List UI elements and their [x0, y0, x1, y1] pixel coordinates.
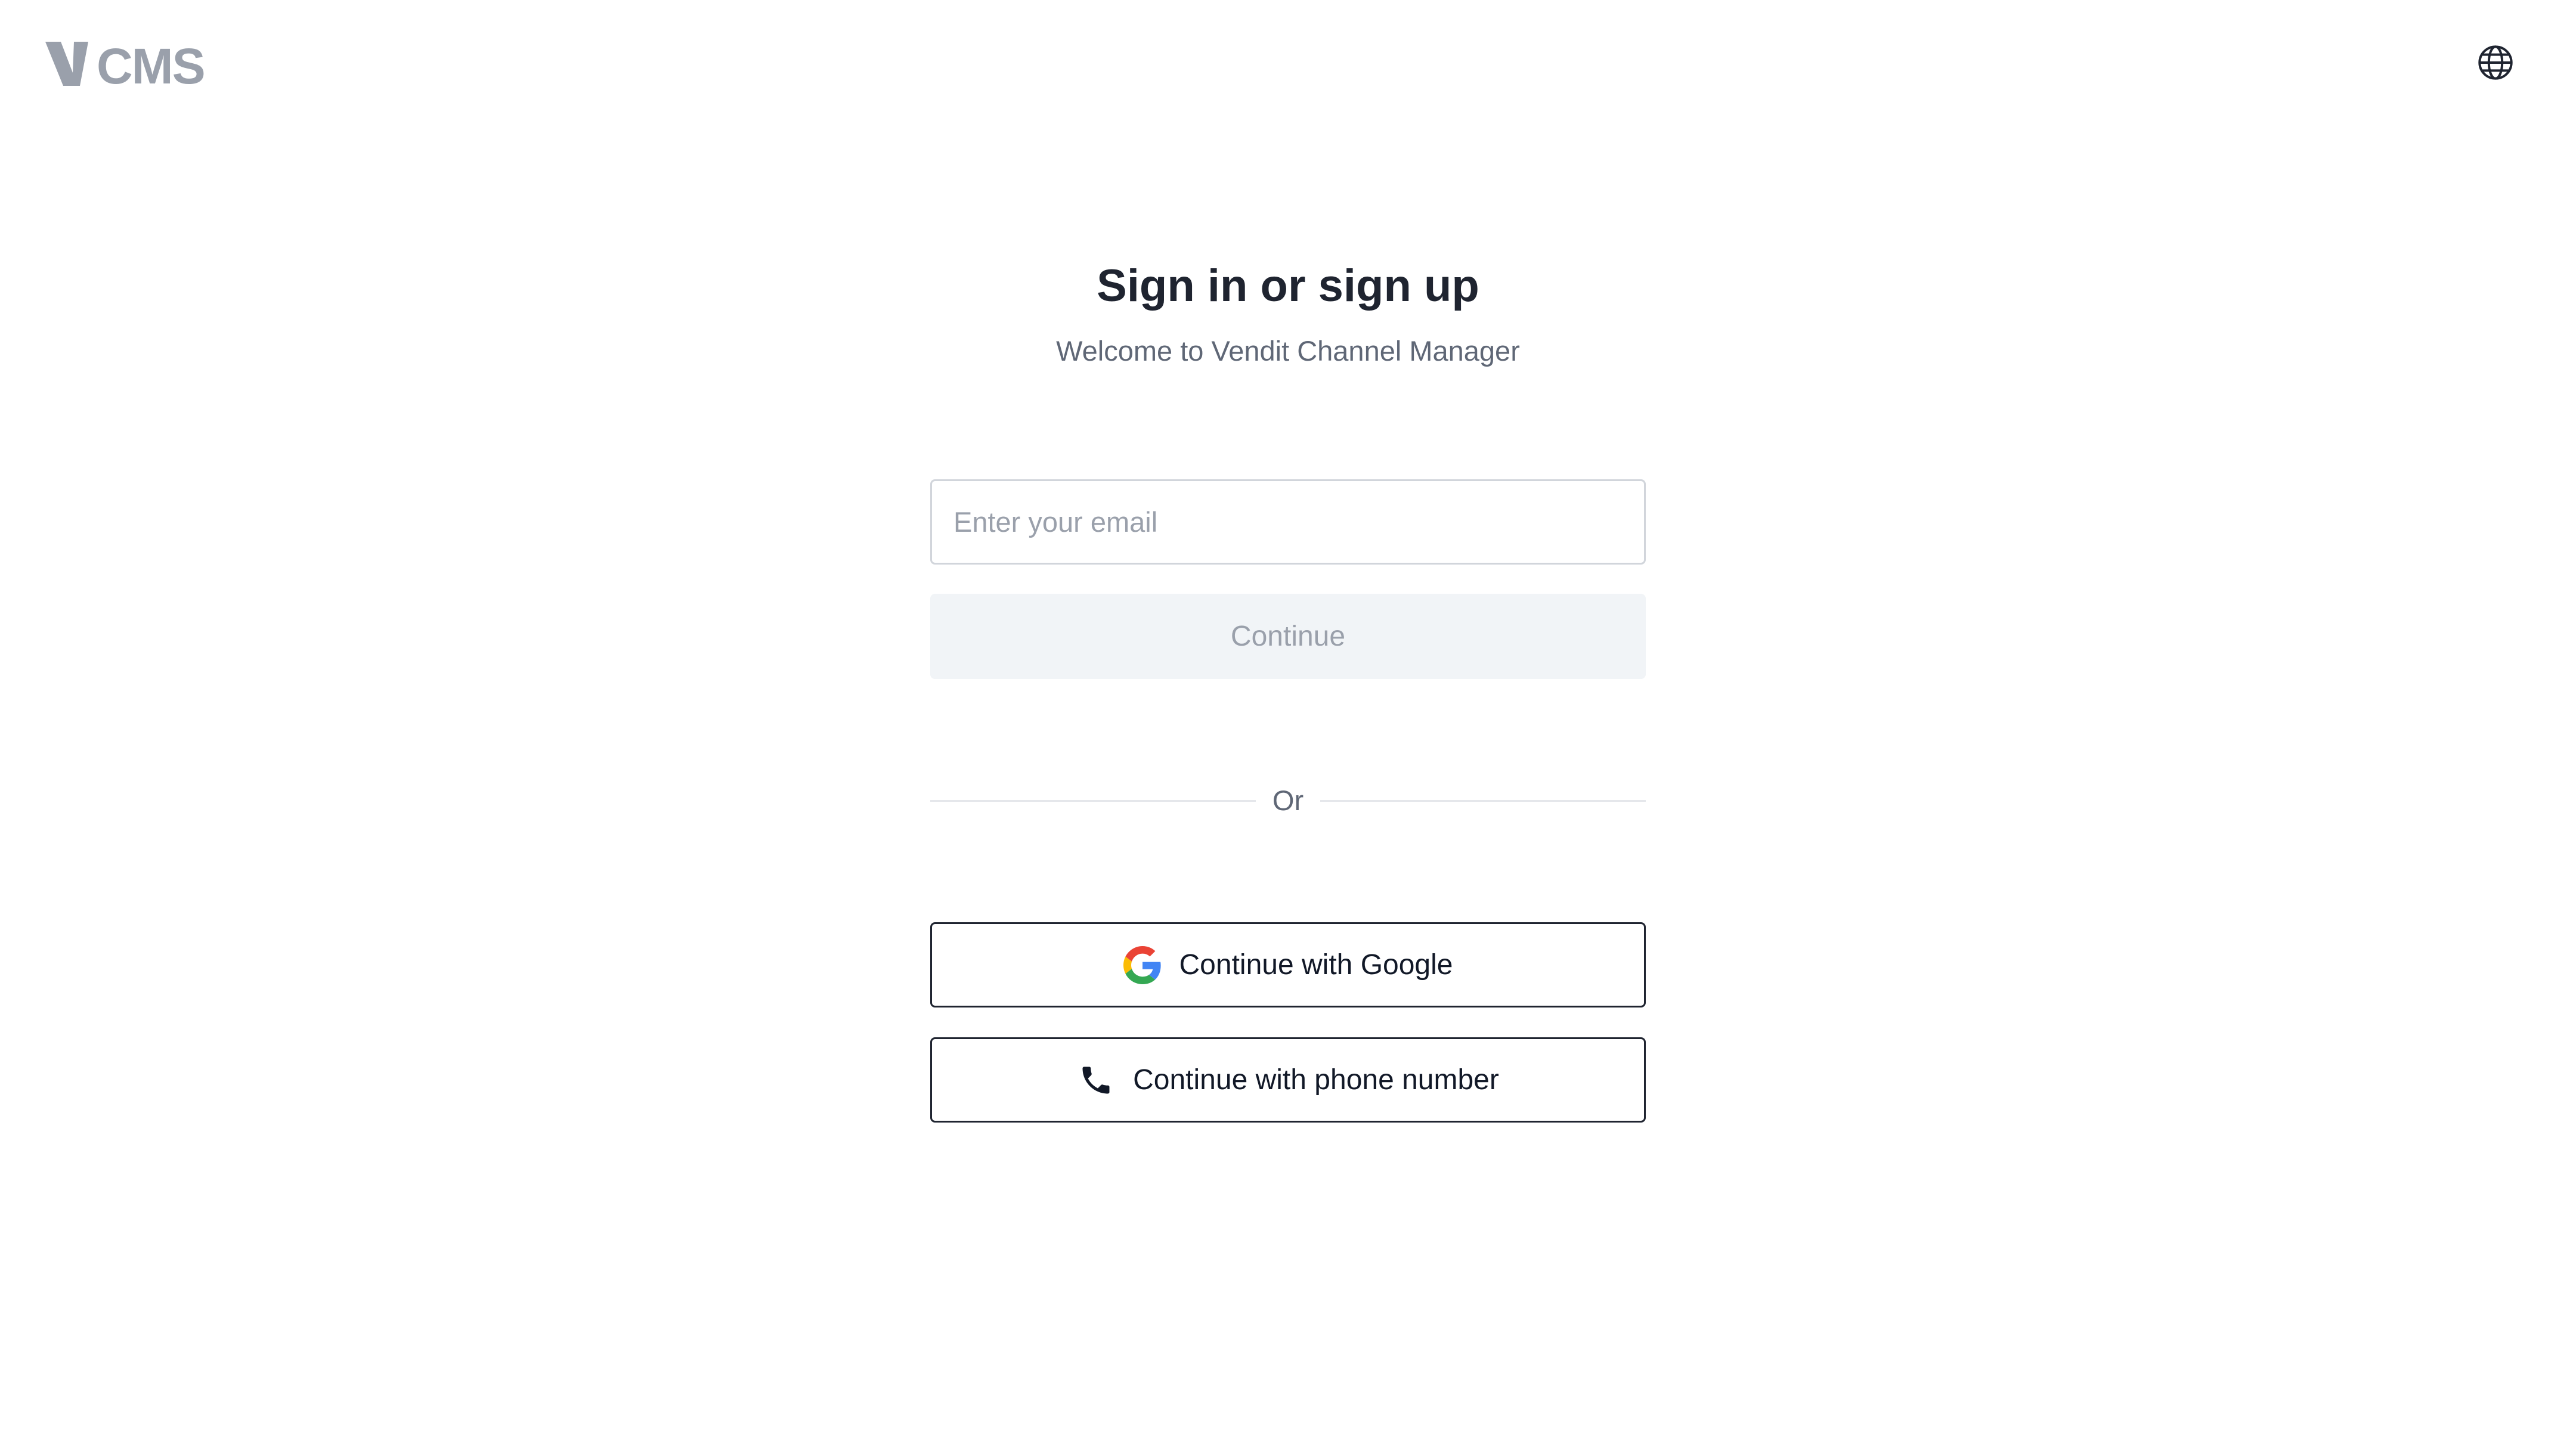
- globe-icon: [2476, 44, 2515, 85]
- page-title: Sign in or sign up: [1097, 261, 1479, 311]
- continue-with-phone-button[interactable]: Continue with phone number: [930, 1037, 1646, 1123]
- divider-line-left: [930, 799, 1256, 802]
- phone-icon: [1077, 1061, 1115, 1099]
- vcms-logo: CMS: [45, 42, 224, 86]
- google-icon: [1123, 945, 1162, 984]
- svg-text:CMS: CMS: [97, 42, 205, 86]
- divider-line-right: [1320, 799, 1646, 802]
- continue-with-google-button[interactable]: Continue with Google: [930, 922, 1646, 1007]
- email-input[interactable]: [930, 479, 1646, 565]
- or-divider: Or: [930, 780, 1646, 821]
- google-button-label: Continue with Google: [1179, 949, 1453, 981]
- continue-button[interactable]: Continue: [930, 594, 1646, 679]
- divider-label: Or: [1272, 785, 1304, 816]
- sign-in-page: CMS Sign in or sign up Welcome to Vendit…: [0, 0, 2576, 1454]
- phone-button-label: Continue with phone number: [1133, 1064, 1499, 1096]
- page-subtitle: Welcome to Vendit Channel Manager: [1056, 335, 1520, 367]
- language-selector-button[interactable]: [2476, 44, 2515, 83]
